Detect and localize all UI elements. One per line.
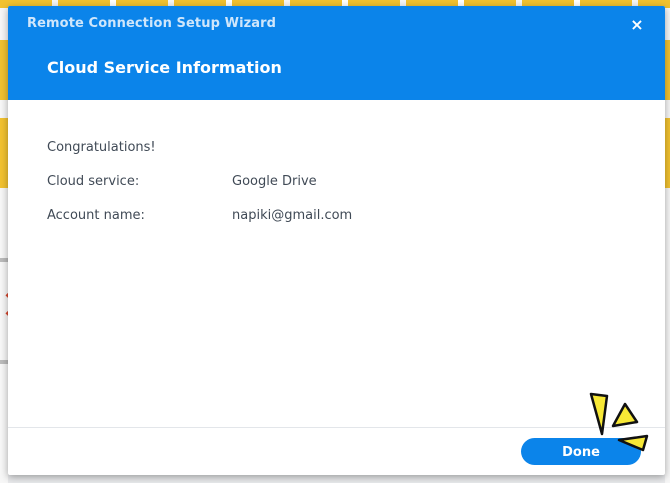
congratulations-text: Congratulations! (47, 140, 156, 155)
window-title: Remote Connection Setup Wizard (27, 16, 277, 31)
burst-ray (617, 434, 649, 452)
close-icon[interactable]: × (626, 14, 648, 36)
background-right-tile (665, 118, 670, 188)
account-name-label: Account name: (47, 208, 145, 223)
burst-ray (611, 402, 639, 428)
dialog-content: Congratulations! Cloud service: Google D… (8, 100, 665, 426)
footer-divider (8, 427, 665, 428)
page-title: Cloud Service Information (47, 58, 282, 77)
account-name-value: napiki@gmail.com (232, 208, 353, 223)
cloud-service-label: Cloud service: (47, 174, 140, 189)
dialog-header: Remote Connection Setup Wizard × Cloud S… (8, 6, 665, 100)
background-left-icon: × (0, 284, 8, 324)
setup-wizard-dialog: Remote Connection Setup Wizard × Cloud S… (8, 6, 665, 475)
background-right-tile (665, 40, 670, 100)
background-left-bar (0, 258, 8, 262)
click-highlight-icon (589, 392, 649, 452)
burst-ray (589, 392, 609, 436)
background-left-tile (0, 40, 8, 100)
cloud-service-value: Google Drive (232, 174, 317, 189)
background-left-tile (0, 118, 8, 188)
background-left-bar (0, 360, 8, 364)
